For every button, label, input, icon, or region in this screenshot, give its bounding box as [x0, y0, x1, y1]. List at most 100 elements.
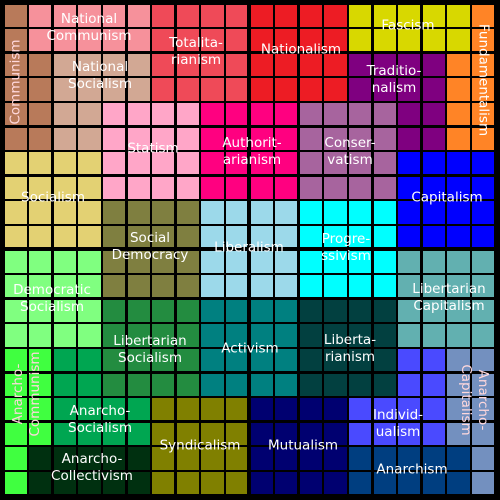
cell-conservatism: [373, 127, 396, 150]
cell-fascism: [373, 29, 396, 52]
cell-socialism: [29, 225, 52, 249]
cell-traditionalism: [422, 78, 446, 101]
cell-syndicalism: [225, 422, 249, 446]
cell-national-socialism: [78, 78, 101, 101]
cell-authoritarianism: [225, 176, 249, 200]
cell-conservatism: [299, 127, 323, 150]
cell-libertarianism: [373, 348, 396, 372]
cell-nationalism: [299, 4, 323, 27]
cell-liberalism: [225, 225, 249, 249]
cell-anarcho-communism: [4, 373, 27, 396]
cell-conservatism: [324, 102, 347, 126]
cell-syndicalism: [201, 471, 224, 495]
cell-liberalism: [201, 250, 224, 273]
cell-anarchism: [422, 471, 446, 495]
cell-anarchism: [348, 471, 372, 495]
cell-nationalism: [324, 4, 347, 27]
cell-mutualism: [299, 471, 323, 495]
cell-libertarian-capitalism: [447, 250, 470, 273]
cell-libertarian-capitalism: [422, 324, 446, 347]
cell-libertarian-socialism: [152, 373, 175, 396]
cell-progressivism: [348, 275, 372, 298]
cell-libertarian-capitalism: [398, 275, 421, 298]
cell-capitalism: [398, 225, 421, 249]
cell-socialism: [4, 225, 27, 249]
cell-syndicalism: [225, 471, 249, 495]
cell-individualism: [422, 373, 446, 396]
cell-conservatism: [299, 102, 323, 126]
cell-syndicalism: [176, 422, 200, 446]
cell-liberalism: [250, 275, 273, 298]
cell-authoritarianism: [275, 176, 298, 200]
cell-totalitarianism: [152, 78, 175, 101]
cell-mutualism: [324, 447, 347, 470]
cell-activism: [250, 324, 273, 347]
cell-authoritarianism: [250, 127, 273, 150]
cell-individualism: [398, 348, 421, 372]
cell-progressivism: [324, 250, 347, 273]
cell-conservatism: [348, 127, 372, 150]
cell-social-democracy: [152, 225, 175, 249]
cell-nationalism: [250, 29, 273, 52]
cell-anarcho-capitalism: [471, 471, 495, 495]
cell-nationalism: [324, 78, 347, 101]
cell-fundamentalism: [447, 127, 470, 150]
cell-mutualism: [324, 471, 347, 495]
cell-individualism: [348, 398, 372, 421]
cell-democratic-socialism: [29, 324, 52, 347]
cell-nationalism: [299, 53, 323, 77]
cell-capitalism: [422, 176, 446, 200]
cell-anarcho-capitalism: [447, 373, 470, 396]
cell-individualism: [373, 398, 396, 421]
cell-authoritarianism: [250, 152, 273, 175]
cell-authoritarianism: [275, 127, 298, 150]
cell-capitalism: [398, 201, 421, 224]
cell-anarcho-collectivism: [102, 471, 126, 495]
cell-anarchism: [348, 447, 372, 470]
cell-nationalism: [250, 78, 273, 101]
cell-anarchism: [373, 471, 396, 495]
cell-progressivism: [373, 201, 396, 224]
cell-libertarianism: [373, 324, 396, 347]
cell-traditionalism: [398, 53, 421, 77]
cell-progressivism: [373, 250, 396, 273]
cell-libertarianism: [324, 348, 347, 372]
cell-nationalism: [324, 53, 347, 77]
cell-libertarian-socialism: [102, 324, 126, 347]
cell-statism: [102, 102, 126, 126]
cell-mutualism: [299, 398, 323, 421]
cell-nationalism: [299, 78, 323, 101]
cell-activism: [250, 348, 273, 372]
cell-liberalism: [275, 275, 298, 298]
cell-democratic-socialism: [78, 299, 101, 323]
cell-totalitarianism: [176, 78, 200, 101]
cell-conservatism: [324, 127, 347, 150]
cell-socialism: [29, 152, 52, 175]
cell-liberalism: [225, 250, 249, 273]
cell-anarcho-socialism: [53, 373, 77, 396]
cell-activism: [225, 373, 249, 396]
cell-socialism: [53, 152, 77, 175]
cell-authoritarianism: [225, 102, 249, 126]
cell-anarcho-socialism: [78, 348, 101, 372]
cell-socialism: [53, 201, 77, 224]
cell-capitalism: [398, 152, 421, 175]
cell-conservatism: [348, 152, 372, 175]
cell-national-communism: [29, 4, 52, 27]
cell-social-democracy: [152, 201, 175, 224]
cell-liberalism: [201, 225, 224, 249]
cell-syndicalism: [152, 398, 175, 421]
cell-anarcho-communism: [29, 373, 52, 396]
cell-anarcho-collectivism: [127, 447, 150, 470]
cell-anarcho-communism: [29, 348, 52, 372]
cell-libertarian-socialism: [102, 348, 126, 372]
cell-liberalism: [225, 201, 249, 224]
cell-mutualism: [250, 398, 273, 421]
cell-social-democracy: [176, 201, 200, 224]
cell-authoritarianism: [250, 102, 273, 126]
cell-fundamentalism: [471, 78, 495, 101]
cell-libertarianism: [299, 324, 323, 347]
cell-fascism: [373, 4, 396, 27]
cell-social-democracy: [176, 225, 200, 249]
cell-democratic-socialism: [53, 324, 77, 347]
